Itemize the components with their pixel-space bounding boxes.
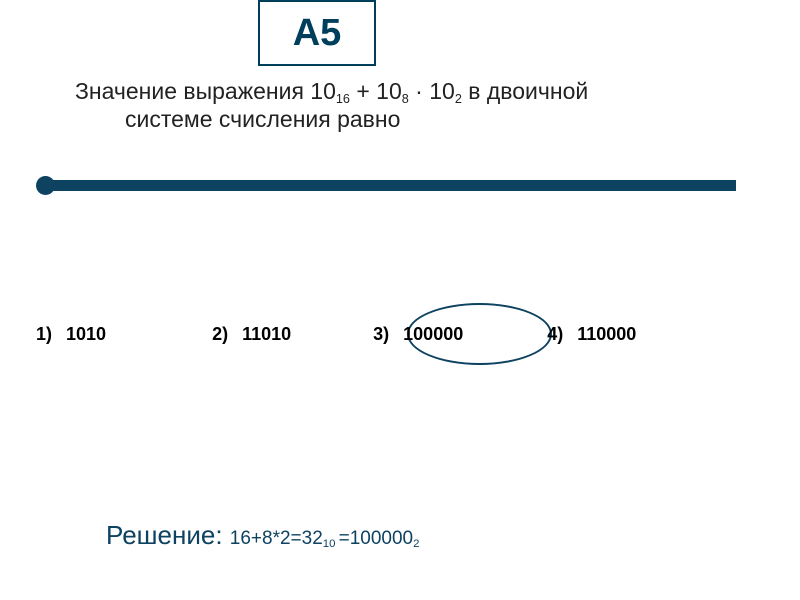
option-value: 11010 bbox=[242, 324, 291, 345]
answer-option-2[interactable]: 2) 11010 bbox=[212, 324, 291, 345]
option-value: 100000 bbox=[403, 324, 463, 345]
task-number-badge: А5 bbox=[258, 0, 376, 66]
question-line-2: системе счисления равно bbox=[125, 106, 755, 133]
option-value: 1010 bbox=[66, 324, 106, 345]
answer-options-row: 1) 1010 2) 11010 3) 100000 4) 110000 bbox=[36, 324, 760, 345]
question-line-1: Значение выражения 1016 + 108 · 102 в дв… bbox=[75, 78, 755, 106]
solution-label: Решение: bbox=[106, 520, 230, 550]
question-text: Значение выражения 1016 + 108 · 102 в дв… bbox=[75, 78, 755, 133]
option-number: 2) bbox=[212, 324, 228, 345]
solution-text: Решение: 16+8*2=3210 =1000002 bbox=[106, 520, 419, 551]
solution-expression: 16+8*2=3210 =1000002 bbox=[230, 528, 420, 549]
option-value: 110000 bbox=[577, 324, 636, 345]
option-number: 3) bbox=[373, 324, 389, 345]
answer-option-1[interactable]: 1) 1010 bbox=[36, 324, 106, 345]
divider-bullet-bar bbox=[36, 176, 736, 196]
option-number: 4) bbox=[547, 324, 563, 345]
option-number: 1) bbox=[36, 324, 52, 345]
divider-bar bbox=[52, 180, 736, 191]
task-number-text: А5 bbox=[293, 12, 342, 55]
answer-option-4[interactable]: 4) 110000 bbox=[547, 324, 636, 345]
answer-option-3[interactable]: 3) 100000 bbox=[373, 324, 463, 345]
divider-bullet-icon bbox=[36, 176, 55, 195]
